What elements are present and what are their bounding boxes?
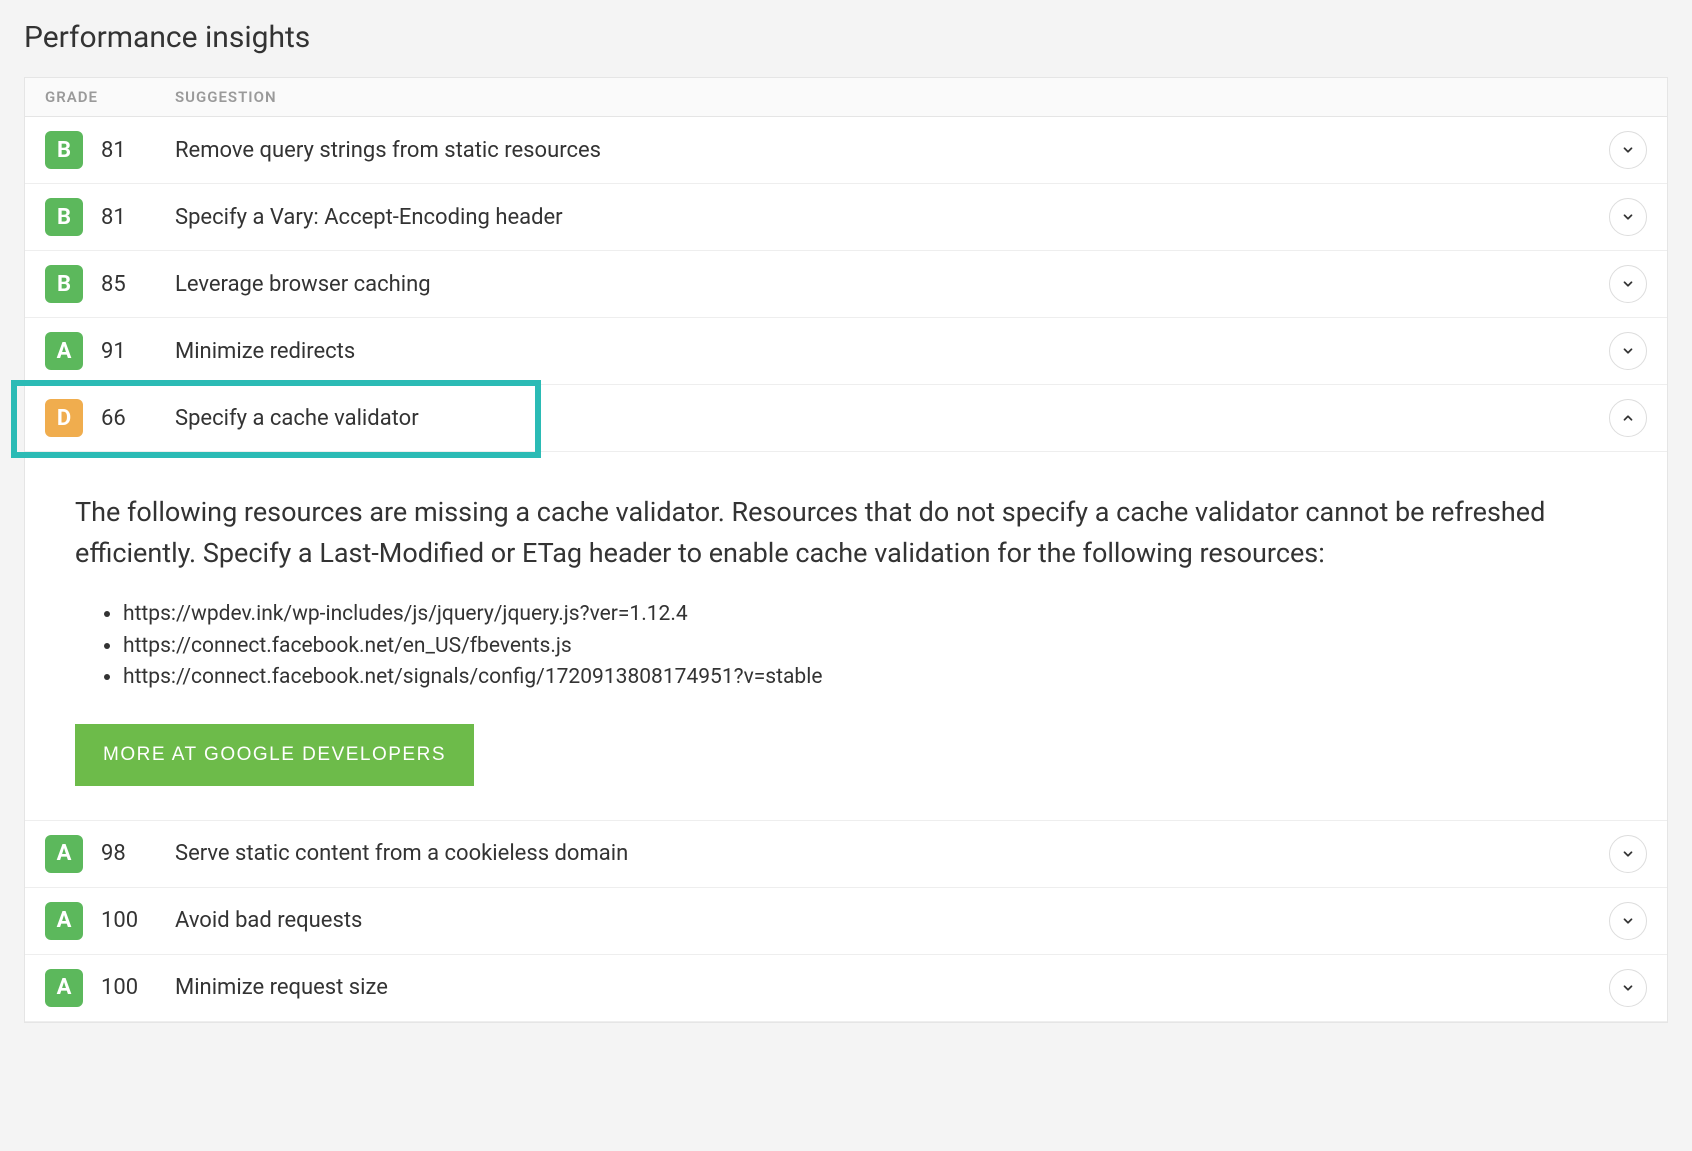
more-at-google-developers-button[interactable]: MORE AT GOOGLE DEVELOPERS [75, 724, 474, 786]
suggestion-text: Specify a Vary: Accept-Encoding header [175, 205, 1609, 230]
grade-score: 91 [101, 339, 175, 364]
suggestion-text: Serve static content from a cookieless d… [175, 841, 1609, 866]
suggestion-text: Minimize request size [175, 975, 1609, 1000]
table-header: GRADE SUGGESTION [25, 78, 1667, 117]
col-header-suggestion: SUGGESTION [175, 88, 1647, 106]
expand-button[interactable] [1609, 835, 1647, 873]
chevron-down-icon [1621, 981, 1635, 995]
collapse-button[interactable] [1609, 399, 1647, 437]
suggestion-text: Specify a cache validator [175, 406, 1609, 431]
expand-button[interactable] [1609, 265, 1647, 303]
chevron-down-icon [1621, 210, 1635, 224]
resource-item: https://wpdev.ink/wp-includes/js/jquery/… [123, 599, 1617, 631]
grade-badge: A [45, 902, 83, 940]
table-row[interactable]: B 81Specify a Vary: Accept-Encoding heade… [25, 184, 1667, 251]
chevron-down-icon [1621, 143, 1635, 157]
insights-panel: GRADE SUGGESTION B81Remove query strings… [24, 77, 1668, 1023]
chevron-up-icon [1621, 411, 1635, 425]
row-detail: The following resources are missing a ca… [25, 452, 1667, 821]
grade-badge: A [45, 332, 83, 370]
chevron-down-icon [1621, 847, 1635, 861]
grade-score: 98 [101, 841, 175, 866]
resource-item: https://connect.facebook.net/signals/con… [123, 662, 1617, 694]
grade-score: 81 [101, 205, 175, 230]
expand-button[interactable] [1609, 198, 1647, 236]
grade-badge: A [45, 969, 83, 1007]
chevron-down-icon [1621, 344, 1635, 358]
resource-list: https://wpdev.ink/wp-includes/js/jquery/… [75, 599, 1617, 694]
table-row[interactable]: A 98Serve static content from a cookieles… [25, 821, 1667, 888]
expand-button[interactable] [1609, 969, 1647, 1007]
grade-score: 66 [101, 406, 175, 431]
grade-score: 81 [101, 138, 175, 163]
grade-score: 85 [101, 272, 175, 297]
table-row[interactable]: B 81Remove query strings from static reso… [25, 117, 1667, 184]
table-row[interactable]: A 100Avoid bad requests [25, 888, 1667, 955]
col-header-grade: GRADE [45, 88, 175, 106]
table-row[interactable]: D 66Specify a cache validator [25, 385, 1667, 452]
grade-score: 100 [101, 975, 175, 1000]
chevron-down-icon [1621, 277, 1635, 291]
expand-button[interactable] [1609, 902, 1647, 940]
suggestion-text: Remove query strings from static resourc… [175, 138, 1609, 163]
grade-badge: D [45, 399, 83, 437]
resource-item: https://connect.facebook.net/en_US/fbeve… [123, 631, 1617, 663]
expand-button[interactable] [1609, 332, 1647, 370]
table-row[interactable]: B 85Leverage browser caching [25, 251, 1667, 318]
grade-badge: B [45, 265, 83, 303]
suggestion-text: Leverage browser caching [175, 272, 1609, 297]
page-title: Performance insights [24, 20, 1668, 55]
grade-badge: B [45, 198, 83, 236]
grade-score: 100 [101, 908, 175, 933]
suggestion-text: Minimize redirects [175, 339, 1609, 364]
chevron-down-icon [1621, 914, 1635, 928]
expand-button[interactable] [1609, 131, 1647, 169]
table-row[interactable]: A 91Minimize redirects [25, 318, 1667, 385]
suggestion-text: Avoid bad requests [175, 908, 1609, 933]
grade-badge: B [45, 131, 83, 169]
grade-badge: A [45, 835, 83, 873]
table-row[interactable]: A 100Minimize request size [25, 955, 1667, 1022]
detail-description: The following resources are missing a ca… [75, 492, 1617, 573]
